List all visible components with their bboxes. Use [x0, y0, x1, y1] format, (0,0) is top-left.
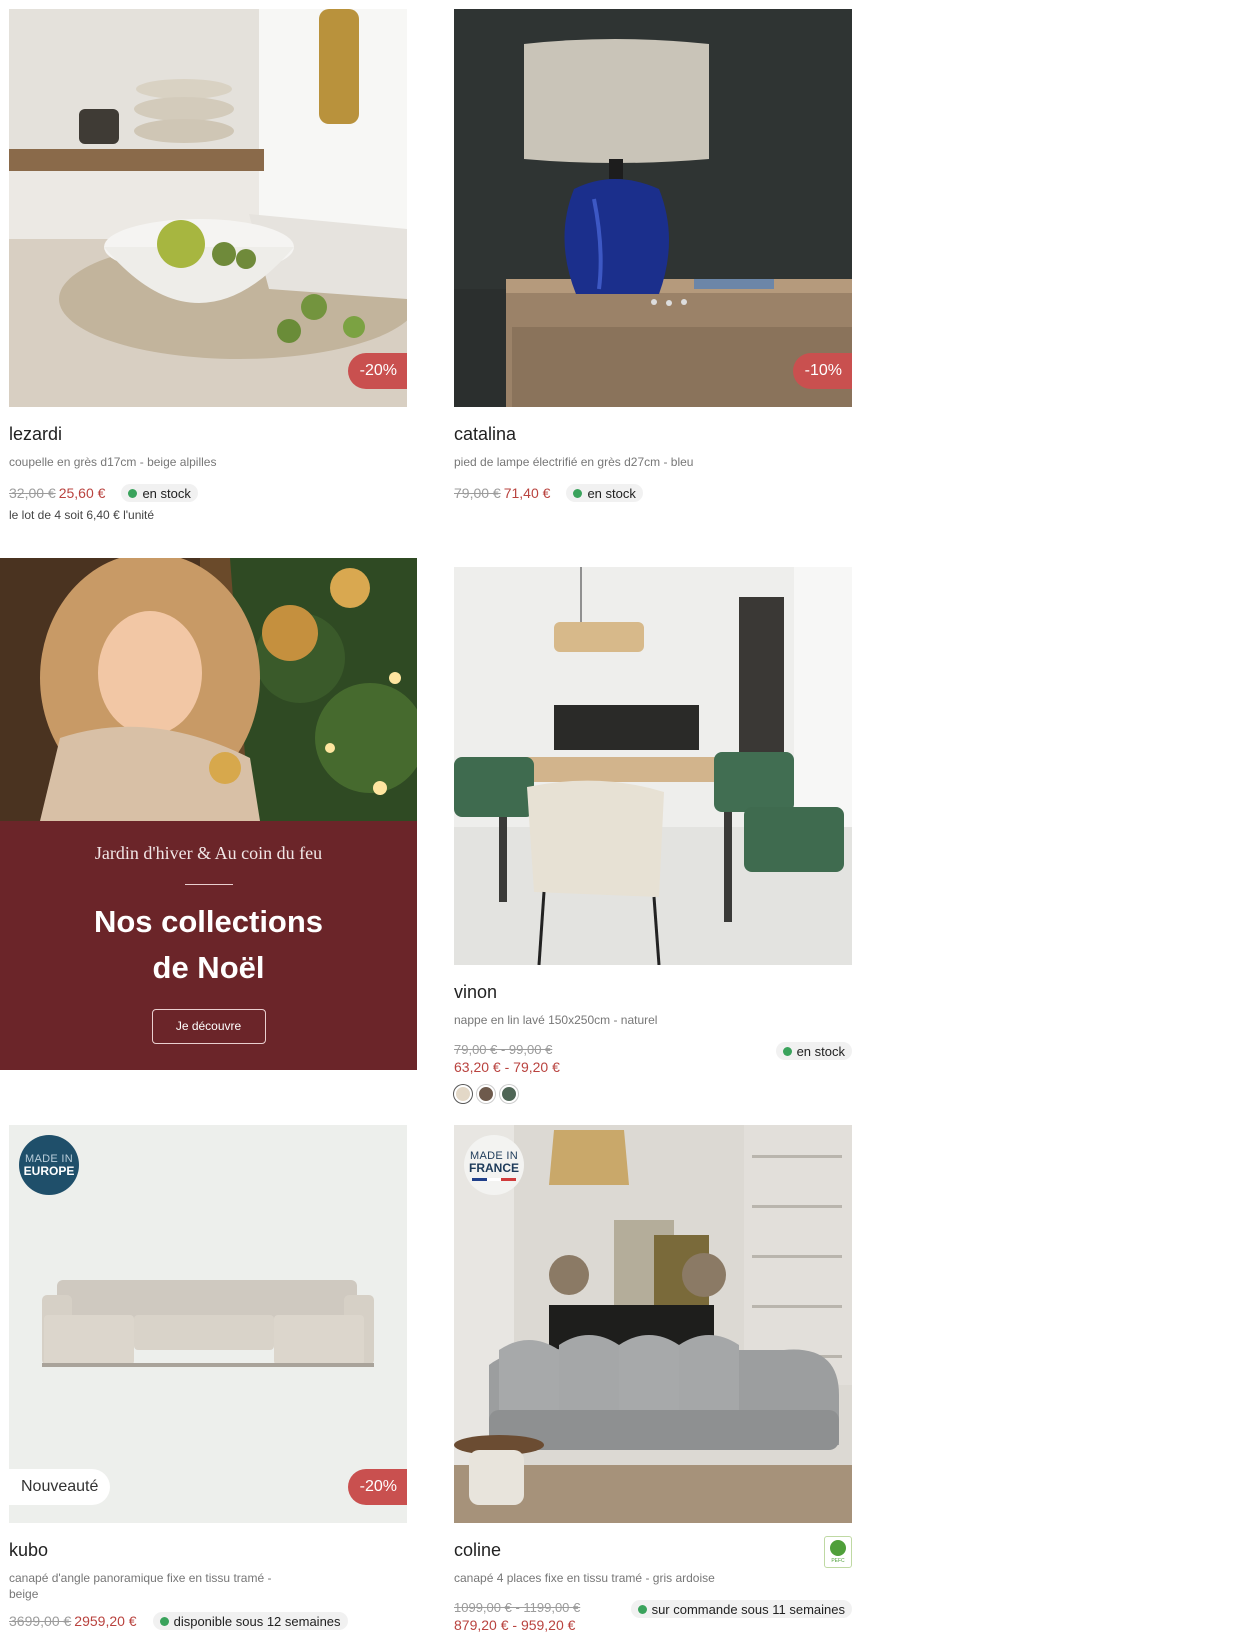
product-card-vinon[interactable]: vinon nappe en lin lavé 150x250cm - natu… — [454, 567, 852, 1103]
sale-price: 2959,20 € — [74, 1613, 137, 1629]
stock-dot-icon — [637, 1604, 647, 1614]
stock-label: disponible sous 12 semaines — [173, 1613, 341, 1629]
promo-panel: Jardin d'hiver & Au coin du feu Nos coll… — [0, 821, 417, 1070]
made-in-label: MADE IN — [470, 1149, 518, 1162]
stock-badge: en stock — [566, 484, 643, 502]
unit-note: le lot de 4 soit 6,40 € l'unité — [9, 508, 155, 522]
product-image[interactable]: -20% — [9, 9, 407, 407]
old-price: 32,00 € — [9, 485, 56, 501]
new-badge: Nouveauté — [9, 1469, 111, 1505]
promo-title: Nos collections de Noël — [0, 899, 417, 991]
stock-dot-icon — [159, 1616, 169, 1626]
made-in-europe-badge: MADE IN EUROPE — [19, 1135, 79, 1195]
made-in-france-badge: MADE IN FRANCE — [464, 1135, 524, 1195]
product-description: canapé d'angle panoramique fixe en tissu… — [9, 1571, 272, 1601]
tree-icon — [830, 1540, 846, 1556]
discover-button[interactable]: Je découvre — [151, 1009, 266, 1044]
sale-price: 63,20 € - 79,20 € — [454, 1059, 560, 1075]
promo-kicker: Jardin d'hiver & Au coin du feu — [94, 843, 323, 863]
stock-dot-icon — [128, 488, 138, 498]
product-description: canapé 4 places fixe en tissu tramé - gr… — [454, 1571, 715, 1585]
lamp-photo — [454, 9, 852, 407]
product-card-kubo[interactable]: MADE IN EUROPE Nouveauté -20% kubo canap… — [9, 1125, 407, 1630]
old-price: 3699,00 € — [9, 1613, 72, 1629]
product-image[interactable]: -10% — [454, 9, 852, 407]
sale-price: 71,40 € — [503, 485, 551, 501]
promo-image — [0, 558, 417, 821]
product-card-catalina[interactable]: -10% catalina pied de lampe électrifié e… — [454, 9, 852, 502]
discount-badge: -10% — [792, 353, 852, 389]
dining-room-photo — [454, 567, 852, 965]
product-name[interactable]: lezardi — [9, 424, 407, 445]
product-name[interactable]: kubo — [9, 1540, 407, 1561]
price-row: 32,00 € 25,60 € en stock — [9, 484, 407, 502]
product-description: nappe en lin lavé 150x250cm - naturel — [454, 1013, 658, 1027]
discount-badge: -20% — [347, 353, 407, 389]
discount-badge: -20% — [347, 1469, 407, 1505]
stock-label: en stock — [587, 485, 636, 501]
product-description: pied de lampe électrifié en grès d27cm -… — [454, 455, 694, 469]
product-image[interactable]: MADE IN EUROPE Nouveauté -20% — [9, 1125, 407, 1523]
price-row: 79,00 € 71,40 € en stock — [454, 484, 852, 502]
price-row: 3699,00 € 2959,20 € disponible sous 12 s… — [9, 1612, 407, 1630]
product-card-lezardi[interactable]: -20% lezardi coupelle en grès d17cm - be… — [9, 9, 407, 522]
title-row: coline PEFC — [454, 1536, 852, 1568]
product-image[interactable] — [454, 567, 852, 965]
color-swatch[interactable] — [454, 1085, 472, 1103]
pefc-certification-icon: PEFC — [824, 1536, 852, 1568]
product-name[interactable]: catalina — [454, 424, 852, 445]
price-block: 1099,00 € - 1199,00 € 879,20 € - 959,20 … — [454, 1600, 852, 1633]
product-name[interactable]: vinon — [454, 982, 852, 1003]
made-in-region: EUROPE — [23, 1163, 75, 1178]
sale-price: 25,60 € — [58, 485, 106, 501]
sale-price: 879,20 € - 959,20 € — [454, 1617, 576, 1633]
old-price: 79,00 € — [454, 485, 501, 501]
product-name[interactable]: coline — [454, 1540, 852, 1561]
stock-badge: disponible sous 12 semaines — [152, 1612, 348, 1630]
promo-title-line1: Nos collections — [93, 904, 324, 939]
made-in-region: FRANCE — [469, 1160, 519, 1175]
stock-badge: en stock — [775, 1042, 852, 1060]
product-image[interactable]: MADE IN FRANCE — [454, 1125, 852, 1523]
product-description: coupelle en grès d17cm - beige alpilles — [9, 455, 217, 469]
stock-label: sur commande sous 11 semaines — [651, 1601, 845, 1617]
stock-badge: en stock — [121, 484, 198, 502]
stock-dot-icon — [782, 1046, 792, 1056]
french-flag-icon — [472, 1177, 517, 1181]
color-swatch[interactable] — [500, 1085, 518, 1103]
promo-divider — [184, 884, 233, 885]
bowl-photo — [9, 9, 407, 407]
made-in-label: MADE IN — [25, 1152, 73, 1165]
price-block: 79,00 € - 99,00 € 63,20 € - 79,20 € en s… — [454, 1042, 852, 1075]
stock-label: en stock — [142, 485, 191, 501]
christmas-collection-banner[interactable]: Jardin d'hiver & Au coin du feu Nos coll… — [0, 558, 417, 1070]
stock-badge: sur commande sous 11 semaines — [630, 1600, 852, 1618]
certification-label: PEFC — [831, 1558, 845, 1564]
stock-dot-icon — [573, 488, 583, 498]
color-swatch[interactable] — [477, 1085, 495, 1103]
color-swatches — [454, 1085, 852, 1103]
stock-label: en stock — [796, 1043, 845, 1059]
christmas-tree-photo — [0, 558, 417, 821]
product-card-coline[interactable]: MADE IN FRANCE coline PEFC canapé 4 plac… — [454, 1125, 852, 1633]
promo-title-line2: de Noël — [152, 950, 265, 985]
